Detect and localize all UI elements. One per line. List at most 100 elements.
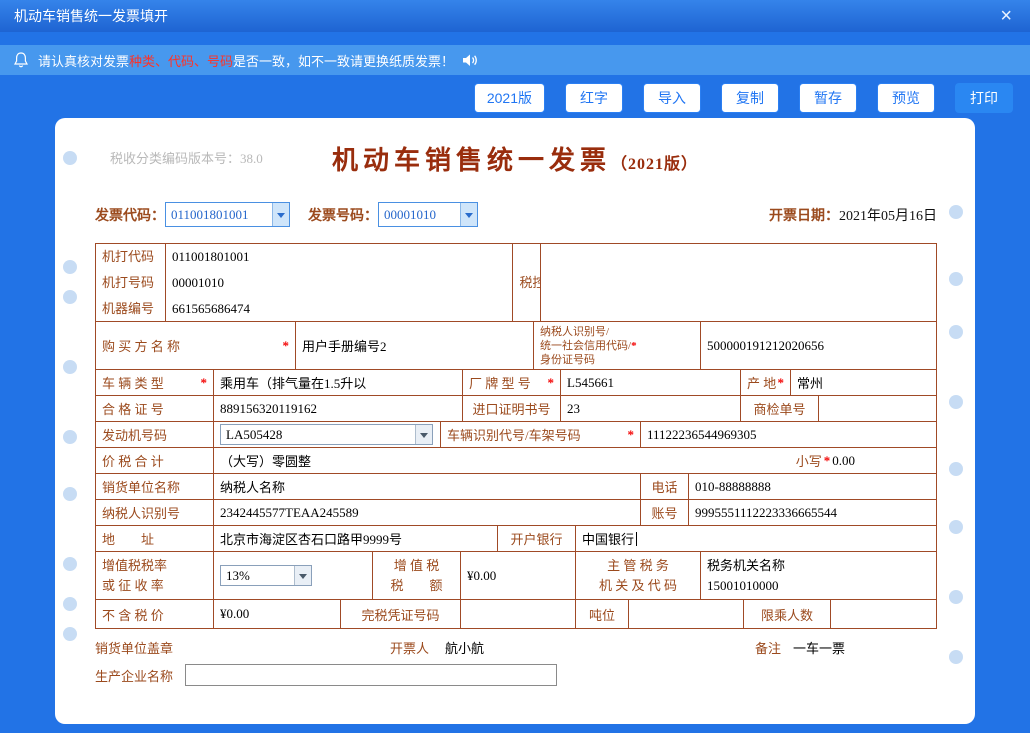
tax-office-name[interactable]: 税务机关名称 <box>707 556 785 576</box>
import-button[interactable]: 导入 <box>643 83 701 113</box>
brand-model-value[interactable]: L545661 <box>561 370 741 395</box>
inspection-label: 商检单号 <box>741 396 819 421</box>
import-cert-label: 进口证明书号 <box>463 396 561 421</box>
row-seller: 销货单位名称 纳税人名称 电话 010-88888888 <box>96 474 936 500</box>
seller-taxid-label: 纳税人识别号 <box>96 500 214 525</box>
row-total: 价 税 合 计 （大写）零圆整 小写 * 0.00 <box>96 448 936 474</box>
code-number-row: 发票代码： 011001801001 发票号码： 00001010 开票日期：2… <box>95 202 937 227</box>
preview-button[interactable]: 预览 <box>877 83 935 113</box>
tax-control-code-value[interactable] <box>541 244 936 321</box>
phone-value[interactable]: 010-88888888 <box>689 474 936 499</box>
tax-cert-label: 完税凭证号码 <box>341 600 461 628</box>
total-chinese-value[interactable]: （大写）零圆整 <box>220 451 311 470</box>
decorative-dot <box>949 272 963 286</box>
invoice-code-label: 发票代码： <box>95 208 165 224</box>
manufacturer-input[interactable] <box>185 664 558 686</box>
text-cursor <box>636 531 638 546</box>
certificate-value[interactable]: 889156320119162 <box>214 396 463 421</box>
buyer-taxid-value[interactable]: 500000191212020656 <box>701 322 936 369</box>
machine-number-value: 00001010 <box>172 274 224 290</box>
machine-number-label: 机打号码 <box>102 274 155 290</box>
row-vat: 增值税税率 或 征 收 率 13% 增 值 税 税 额 ¥0.00 主 管 税 … <box>96 552 936 600</box>
decorative-dot <box>63 627 77 641</box>
decorative-dot <box>63 260 77 274</box>
bank-value[interactable]: 中国银行 <box>576 526 936 551</box>
vin-value[interactable]: 11122236544969305 <box>641 422 936 447</box>
decorative-dot <box>63 360 77 374</box>
invoice-card: 税收分类编码版本号：38.0 机动车销售统一发票（2021版） 发票代码： 01… <box>55 118 975 724</box>
vat-amount-value[interactable]: ¥0.00 <box>461 552 576 599</box>
decorative-dot <box>63 487 77 501</box>
invoice-code-select[interactable]: 011001801001 <box>165 202 290 227</box>
address-value[interactable]: 北京市海淀区杏石口路甲9999号 <box>214 526 498 551</box>
row-vehicle-type: 车 辆 类 型 * 乘用车（排气量在1.5升以 厂 牌 型 号 * L545661 … <box>96 370 936 396</box>
chevron-down-icon <box>415 425 432 444</box>
chevron-down-icon <box>294 566 311 585</box>
version-2021-button[interactable]: 2021版 <box>473 83 545 113</box>
seller-name-label: 销货单位名称 <box>96 474 214 499</box>
speaker-icon[interactable] <box>462 53 479 68</box>
vehicle-type-label: 车 辆 类 型 <box>102 376 164 391</box>
print-button[interactable]: 打印 <box>955 83 1013 113</box>
decorative-dot <box>63 557 77 571</box>
invoice-number-label: 发票号码： <box>308 208 378 224</box>
origin-label: 产 地 <box>747 376 777 391</box>
vat-rate-select[interactable]: 13% <box>220 565 312 586</box>
total-small-value[interactable]: 0.00 <box>832 453 855 469</box>
invoice-fill-window: { "window": { "title": "机动车销售统一发票填开", "c… <box>0 0 1030 733</box>
buyer-name-label: 购 买 方 名 称 <box>102 339 181 354</box>
decorative-dot <box>949 205 963 219</box>
tax-control-code-label: 税控码 <box>513 244 541 321</box>
bank-label: 开户银行 <box>498 526 576 551</box>
passengers-label: 限乘人数 <box>744 600 831 628</box>
vat-amount-label: 增 值 税 税 额 <box>373 552 461 599</box>
save-draft-button[interactable]: 暂存 <box>799 83 857 113</box>
seller-taxid-value[interactable]: 2342445577TEAA245589 <box>214 500 641 525</box>
remark-value[interactable]: 一车一票 <box>793 638 845 657</box>
tonnage-label: 吨位 <box>576 600 629 628</box>
tax-office-code[interactable]: 15001010000 <box>707 576 779 596</box>
total-small-label: 小写 <box>795 454 822 469</box>
machine-code-label: 机打代码 <box>102 248 155 264</box>
buyer-name-value[interactable]: 用户手册编号2 <box>296 322 534 369</box>
row-engine-vin: 发动机号码 LA505428 车辆识别代号/车架号码 * 111222365449… <box>96 422 936 448</box>
import-cert-value[interactable]: 23 <box>561 396 741 421</box>
notice-text: 请认真核对发票种类、代码、号码是否一致，如不一致请更换纸质发票！ <box>38 53 455 69</box>
seller-name-value[interactable]: 纳税人名称 <box>214 474 641 499</box>
vehicle-type-value[interactable]: 乘用车（排气量在1.5升以 <box>214 370 463 395</box>
invoice-number-select[interactable]: 00001010 <box>378 202 478 227</box>
copy-button[interactable]: 复制 <box>721 83 779 113</box>
tax-cert-value[interactable] <box>461 600 576 628</box>
notice-highlight: 种类、代码、号码 <box>129 53 234 69</box>
row-buyer: 购 买 方 名 称 * 用户手册编号2 纳税人识别号/ 统一社会信用代码/* 身… <box>96 322 936 370</box>
drawer-value[interactable]: 航小航 <box>445 638 484 657</box>
decorative-dot <box>949 590 963 604</box>
account-label: 账号 <box>641 500 689 525</box>
chevron-down-icon <box>460 203 477 226</box>
pretax-value[interactable]: ¥0.00 <box>214 600 341 628</box>
manufacturer-label: 生产企业名称 <box>95 668 174 684</box>
row-seller-taxid: 纳税人识别号 2342445577TEAA245589 账号 999555111… <box>96 500 936 526</box>
decorative-dot <box>949 462 963 476</box>
row-pretax: 不 含 税 价 ¥0.00 完税凭证号码 吨位 限乘人数 <box>96 600 936 628</box>
inspection-value[interactable] <box>819 396 936 421</box>
bell-icon <box>14 52 28 68</box>
red-invoice-button[interactable]: 红字 <box>565 83 623 113</box>
decorative-dot <box>63 430 77 444</box>
notice-bar: 请认真核对发票种类、代码、号码是否一致，如不一致请更换纸质发票！ <box>0 45 1030 75</box>
passengers-value[interactable] <box>831 600 936 628</box>
close-icon[interactable]: × <box>996 6 1016 26</box>
pretax-label: 不 含 税 价 <box>96 600 214 628</box>
machine-code-value: 011001801001 <box>172 248 250 264</box>
vat-rate-label: 增值税税率 或 征 收 率 <box>96 552 214 599</box>
machine-serial-label: 机器编号 <box>102 300 155 316</box>
account-value[interactable]: 9995551112223336665544 <box>689 500 936 525</box>
engine-number-select[interactable]: LA505428 <box>220 424 433 445</box>
tonnage-value[interactable] <box>629 600 744 628</box>
certificate-label: 合 格 证 号 <box>96 396 214 421</box>
row-machine-info: 机打代码 机打号码 机器编号 011001801001 00001010 661… <box>96 244 936 322</box>
vin-label: 车辆识别代号/车架号码 <box>447 428 581 443</box>
decorative-dot <box>63 597 77 611</box>
chevron-down-icon <box>272 203 289 226</box>
origin-value[interactable]: 常州 <box>791 370 936 395</box>
